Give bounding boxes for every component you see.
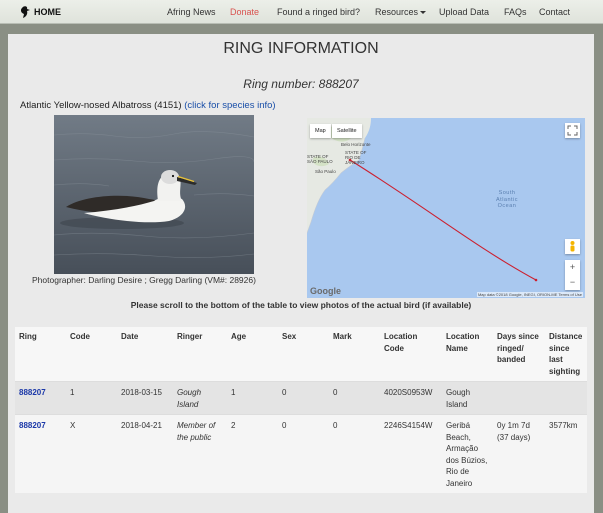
home-label[interactable]: HOME — [34, 7, 61, 17]
cell-location-name: Gough Island — [442, 381, 493, 415]
cell-code: 1 — [66, 381, 117, 415]
cell-distance: 3577km — [545, 414, 587, 493]
col-ringer: Ringer — [173, 327, 227, 382]
map-attribution[interactable]: Map data ©2018 Google, INEGI, ORION-ME T… — [476, 292, 583, 297]
species-info-link[interactable]: (click for species info) — [184, 100, 275, 111]
cell-sex: 0 — [278, 414, 329, 493]
col-location-code: Location Code — [380, 327, 442, 382]
google-logo: Google — [310, 286, 341, 296]
ocean-label-line1: South — [498, 190, 516, 196]
cell-code: X — [66, 414, 117, 493]
cell-ringer: Member of the public — [173, 414, 227, 493]
cell-ring: 888207 — [15, 414, 66, 493]
ring-link[interactable]: 888207 — [19, 421, 46, 430]
col-distance: Distance since last sighting — [545, 327, 587, 382]
nav-afring-news[interactable]: Afring News — [167, 7, 216, 17]
city-label-belo-horizonte: Belo Horizonte — [341, 142, 371, 147]
pegman-glyph — [570, 241, 575, 252]
cell-date: 2018-03-15 — [117, 381, 173, 415]
ocean-label-line3: Ocean — [497, 203, 517, 209]
nav-resources-label: Resources — [375, 7, 419, 17]
table-row: 888207 1 2018-03-15 Gough Island 1 0 0 4… — [15, 381, 587, 415]
ocean-label: South Atlantic Ocean — [496, 190, 518, 210]
zoom-out-button[interactable]: − — [565, 275, 580, 290]
cell-ringer: Gough Island — [173, 381, 227, 415]
map-type-satellite-button[interactable]: Satellite — [332, 124, 362, 138]
col-date: Date — [117, 327, 173, 382]
table-header-row: Ring Code Date Ringer Age Sex Mark Locat… — [15, 327, 587, 382]
recovery-map[interactable]: Map Satellite Belo Horizonte STATE OF RI… — [307, 118, 585, 298]
cell-sex: 0 — [278, 381, 329, 415]
map-type-map-button[interactable]: Map — [310, 124, 331, 138]
col-mark: Mark — [329, 327, 380, 382]
home-link[interactable]: HOME — [20, 5, 61, 19]
col-code: Code — [66, 327, 117, 382]
photo-caption: Photographer: Darling Desire ; Gregg Dar… — [32, 275, 256, 285]
zoom-control: + − — [565, 260, 580, 290]
nav-resources[interactable]: Resources — [375, 7, 427, 17]
nav-upload-data[interactable]: Upload Data — [439, 7, 489, 17]
bird-photo[interactable] — [54, 115, 254, 274]
bird-logo-icon — [20, 6, 30, 18]
ring-history-table: Ring Code Date Ringer Age Sex Mark Locat… — [15, 327, 587, 493]
col-days-since: Days since ringed/ banded — [493, 327, 545, 382]
cell-location-name: Geribá Beach, Armação dos Búzios, Rio de… — [442, 414, 493, 493]
ring-number: Ring number: 888207 — [243, 77, 359, 91]
col-sex: Sex — [278, 327, 329, 382]
state-label-rio: STATE OF RIO DE JANEIRO — [345, 150, 367, 165]
col-ring: Ring — [15, 327, 66, 382]
table-row: 888207 X 2018-04-21 Member of the public… — [15, 414, 587, 493]
page-title: RING INFORMATION — [223, 40, 379, 57]
nav-contact[interactable]: Contact — [539, 7, 570, 17]
scroll-notice: Please scroll to the bottom of the table… — [130, 300, 472, 310]
ring-table-wrapper: Ring Code Date Ringer Age Sex Mark Locat… — [15, 327, 587, 493]
col-age: Age — [227, 327, 278, 382]
cell-date: 2018-04-21 — [117, 414, 173, 493]
pegman-icon[interactable] — [565, 239, 580, 254]
col-location-name: Location Name — [442, 327, 493, 382]
cell-days-since — [493, 381, 545, 415]
ring-link[interactable]: 888207 — [19, 388, 46, 397]
species-line: Atlantic Yellow-nosed Albatross (4151) (… — [20, 100, 276, 111]
species-name: Atlantic Yellow-nosed Albatross (4151) — [20, 100, 185, 111]
city-label-sao-paulo: São Paulo — [315, 169, 336, 174]
cell-age: 1 — [227, 381, 278, 415]
chevron-down-icon — [420, 11, 427, 15]
fullscreen-glyph — [567, 125, 578, 136]
cell-mark: 0 — [329, 381, 380, 415]
state-label-sao-paulo: STATE OF SÃO PAULO — [307, 154, 333, 164]
zoom-in-button[interactable]: + — [565, 260, 580, 275]
fullscreen-icon[interactable] — [565, 123, 580, 138]
cell-age: 2 — [227, 414, 278, 493]
nav-found-ringed-bird[interactable]: Found a ringed bird? — [277, 7, 360, 17]
nav-donate[interactable]: Donate — [230, 7, 259, 17]
cell-days-since: 0y 1m 7d (37 days) — [493, 414, 545, 493]
main-panel: RING INFORMATION Ring number: 888207 Atl… — [8, 34, 594, 513]
cell-mark: 0 — [329, 414, 380, 493]
cell-ring: 888207 — [15, 381, 66, 415]
navbar: HOME Afring News Donate Found a ringed b… — [0, 0, 603, 24]
albatross-image — [54, 115, 254, 274]
nav-faqs[interactable]: FAQs — [504, 7, 527, 17]
cell-location-code: 4020S0953W — [380, 381, 442, 415]
cell-distance — [545, 381, 587, 415]
cell-location-code: 2246S4154W — [380, 414, 442, 493]
